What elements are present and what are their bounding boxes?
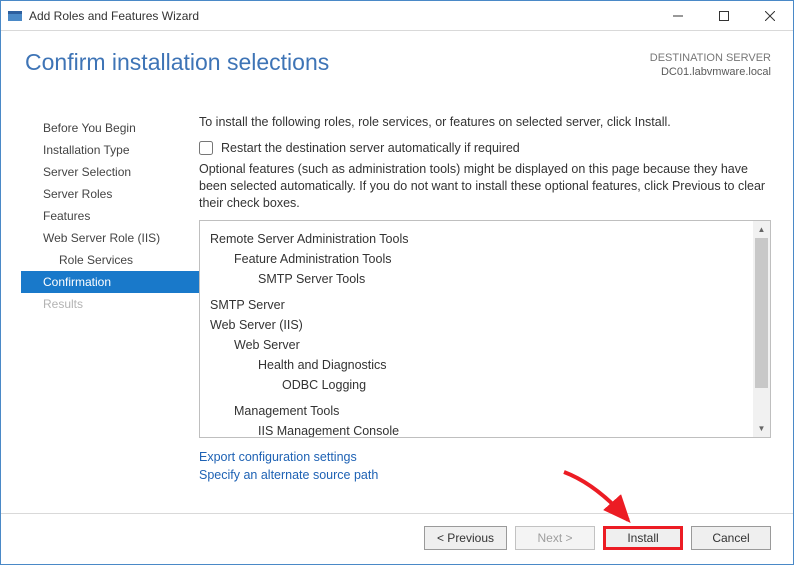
sidebar-item-results: Results [21,293,199,315]
alternate-source-link[interactable]: Specify an alternate source path [199,468,378,482]
page-title: Confirm installation selections [25,49,329,76]
sidebar-item-server-roles[interactable]: Server Roles [21,183,199,205]
scroll-track[interactable] [753,238,770,420]
destination-server: DESTINATION SERVER DC01.labvmware.local [650,51,771,79]
window-title: Add Roles and Features Wizard [29,9,655,23]
restart-checkbox-row[interactable]: Restart the destination server automatic… [199,141,771,155]
scroll-down-icon[interactable]: ▼ [753,420,770,437]
window-controls [655,1,793,31]
restart-checkbox-label: Restart the destination server automatic… [221,141,520,155]
tree-node: IIS Management Console [206,421,747,437]
sidebar: Before You BeginInstallation TypeServer … [21,113,199,513]
previous-button[interactable]: < Previous [424,526,507,550]
next-button: Next > [515,526,595,550]
tree-node: Management Tools [206,401,747,421]
tree-node: SMTP Server Tools [206,269,747,289]
wizard-footer: < Previous Next > Install Cancel [1,513,793,564]
maximize-button[interactable] [701,1,747,31]
tree-node: Web Server (IIS) [206,315,747,335]
tree-node: SMTP Server [206,295,747,315]
tree-node: Web Server [206,335,747,355]
sidebar-item-web-server-role-iis-[interactable]: Web Server Role (IIS) [21,227,199,249]
sidebar-item-before-you-begin[interactable]: Before You Begin [21,117,199,139]
minimize-button[interactable] [655,1,701,31]
sidebar-item-server-selection[interactable]: Server Selection [21,161,199,183]
scroll-up-icon[interactable]: ▲ [753,221,770,238]
destination-server-value: DC01.labvmware.local [650,65,771,79]
tree-node: Feature Administration Tools [206,249,747,269]
scroll-thumb[interactable] [755,238,768,388]
close-button[interactable] [747,1,793,31]
selections-tree: Remote Server Administration ToolsFeatur… [199,220,771,438]
destination-server-label: DESTINATION SERVER [650,51,771,65]
titlebar: Add Roles and Features Wizard [1,1,793,31]
tree-node: ODBC Logging [206,375,747,395]
sidebar-item-features[interactable]: Features [21,205,199,227]
cancel-button[interactable]: Cancel [691,526,771,550]
sidebar-item-installation-type[interactable]: Installation Type [21,139,199,161]
scrollbar[interactable]: ▲ ▼ [753,221,770,437]
wizard-body: Before You BeginInstallation TypeServer … [1,103,793,513]
export-config-link[interactable]: Export configuration settings [199,450,357,464]
app-icon [7,8,23,24]
intro-text: To install the following roles, role ser… [199,115,771,129]
tree-content: Remote Server Administration ToolsFeatur… [200,221,753,437]
tree-node: Remote Server Administration Tools [206,229,747,249]
wizard-window: Add Roles and Features Wizard Confirm in… [0,0,794,565]
sidebar-item-confirmation[interactable]: Confirmation [21,271,199,293]
wizard-header: Confirm installation selections DESTINAT… [1,31,793,103]
main-panel: To install the following roles, role ser… [199,113,771,513]
optional-features-note: Optional features (such as administratio… [199,161,771,212]
tree-node: Health and Diagnostics [206,355,747,375]
install-button[interactable]: Install [603,526,683,550]
sidebar-item-role-services[interactable]: Role Services [21,249,199,271]
restart-checkbox[interactable] [199,141,213,155]
action-links: Export configuration settings Specify an… [199,448,771,484]
